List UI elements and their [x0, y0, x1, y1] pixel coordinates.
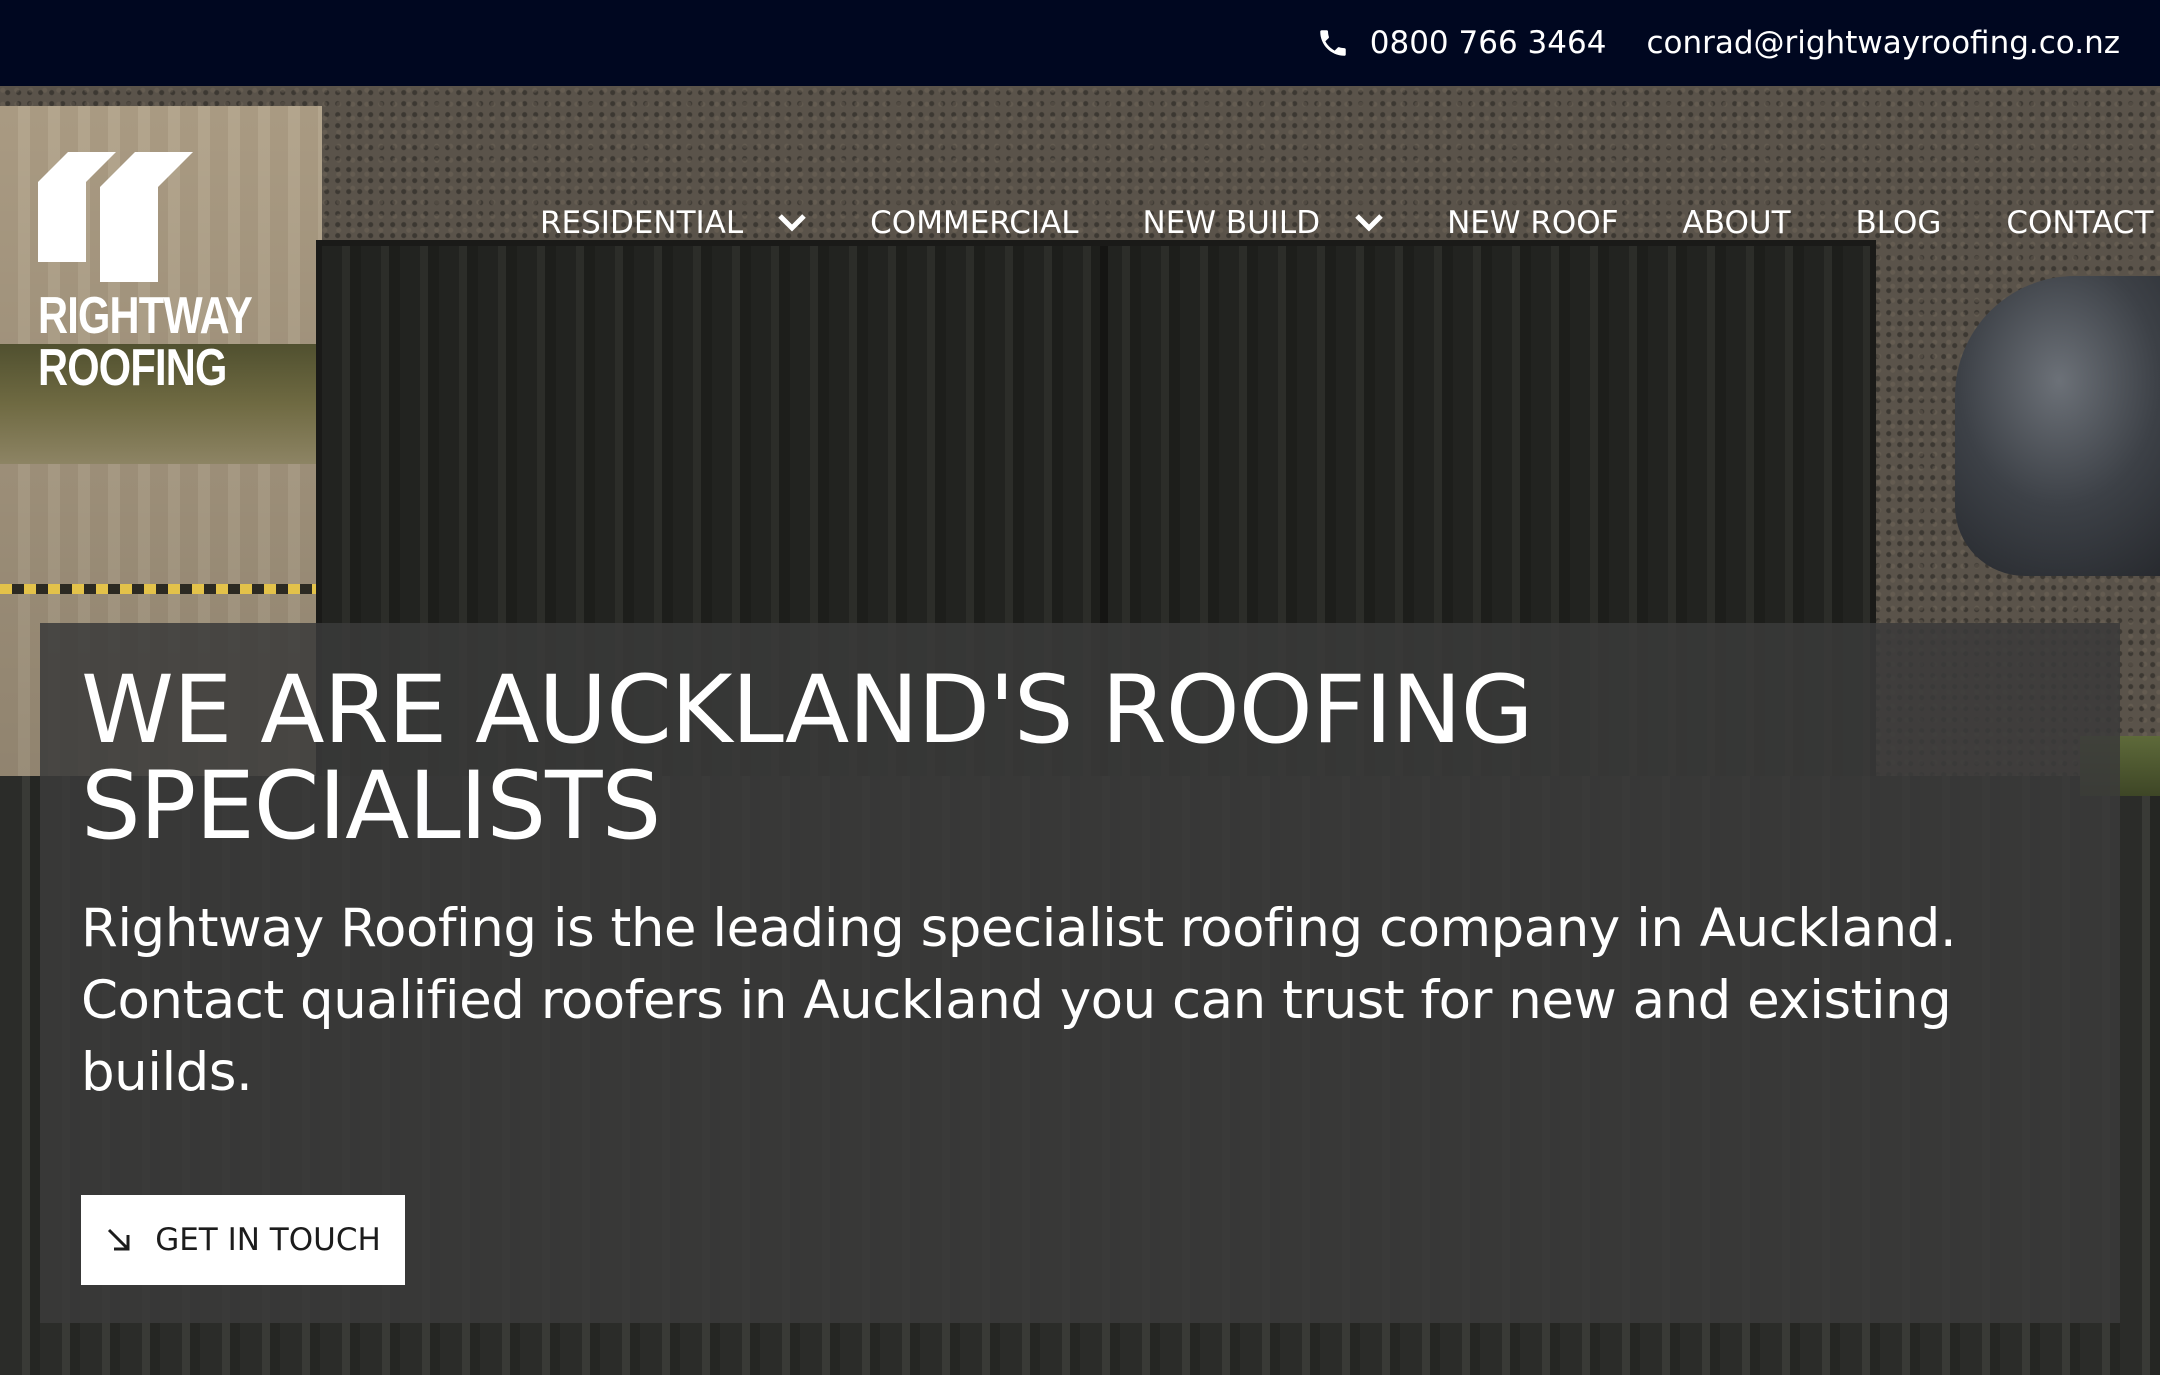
phone-number[interactable]: 0800 766 3464: [1370, 25, 1607, 61]
nav-item-label: NEW ROOF: [1447, 205, 1619, 241]
logo-text: RIGHTWAY ROOFING: [38, 287, 253, 397]
top-contact-bar: 0800 766 3464 conrad@rightwayroofing.co.…: [0, 0, 2160, 86]
nav-item-new-roof[interactable]: NEW ROOF: [1447, 205, 1618, 241]
email-link[interactable]: conrad@rightwayroofing.co.nz: [1646, 25, 2120, 61]
bg-car: [1955, 276, 2160, 576]
logo-line-2: ROOFING: [38, 339, 227, 397]
nav-item-new-build[interactable]: NEW BUILD: [1143, 205, 1385, 241]
site-logo[interactable]: RIGHTWAY ROOFING: [38, 152, 253, 412]
chevron-down-icon[interactable]: [777, 213, 807, 233]
nav-item-label: RESIDENTIAL: [540, 205, 744, 241]
nav-item-residential[interactable]: RESIDENTIAL: [540, 205, 807, 241]
nav-item-label: BLOG: [1855, 205, 1942, 241]
nav-item-blog[interactable]: BLOG: [1856, 205, 1942, 241]
hero-description: Rightway Roofing is the leading speciali…: [81, 898, 1957, 1103]
phone-link[interactable]: 0800 766 3464: [1316, 25, 1607, 61]
bg-hazard-stripe: [0, 584, 322, 594]
nav-item-label: COMMERCIAL: [870, 205, 1079, 241]
phone-icon: [1320, 30, 1346, 56]
main-nav: RESIDENTIAL COMMERCIAL NEW BUILD NEW ROO…: [540, 205, 2153, 241]
nav-item-label: NEW BUILD: [1142, 205, 1321, 241]
nav-item-commercial[interactable]: COMMERCIAL: [870, 205, 1078, 241]
nav-item-label: ABOUT: [1682, 205, 1791, 241]
nav-item-contact[interactable]: CONTACT: [2006, 205, 2153, 241]
nav-item-about[interactable]: ABOUT: [1683, 205, 1791, 241]
hero-panel: WE ARE AUCKLAND'S ROOFING SPECIALISTS Ri…: [40, 623, 2120, 1323]
nav-item-label: CONTACT: [2006, 205, 2154, 241]
get-in-touch-label: GET IN TOUCH: [155, 1222, 381, 1258]
arrow-down-right-icon: [108, 1228, 130, 1251]
logo-mark-icon: [38, 152, 193, 282]
hero-heading: WE ARE AUCKLAND'S ROOFING SPECIALISTS: [81, 656, 1534, 861]
chevron-down-icon[interactable]: [1354, 213, 1384, 233]
logo-line-1: RIGHTWAY: [38, 287, 253, 345]
get-in-touch-button[interactable]: GET IN TOUCH: [81, 1195, 405, 1285]
